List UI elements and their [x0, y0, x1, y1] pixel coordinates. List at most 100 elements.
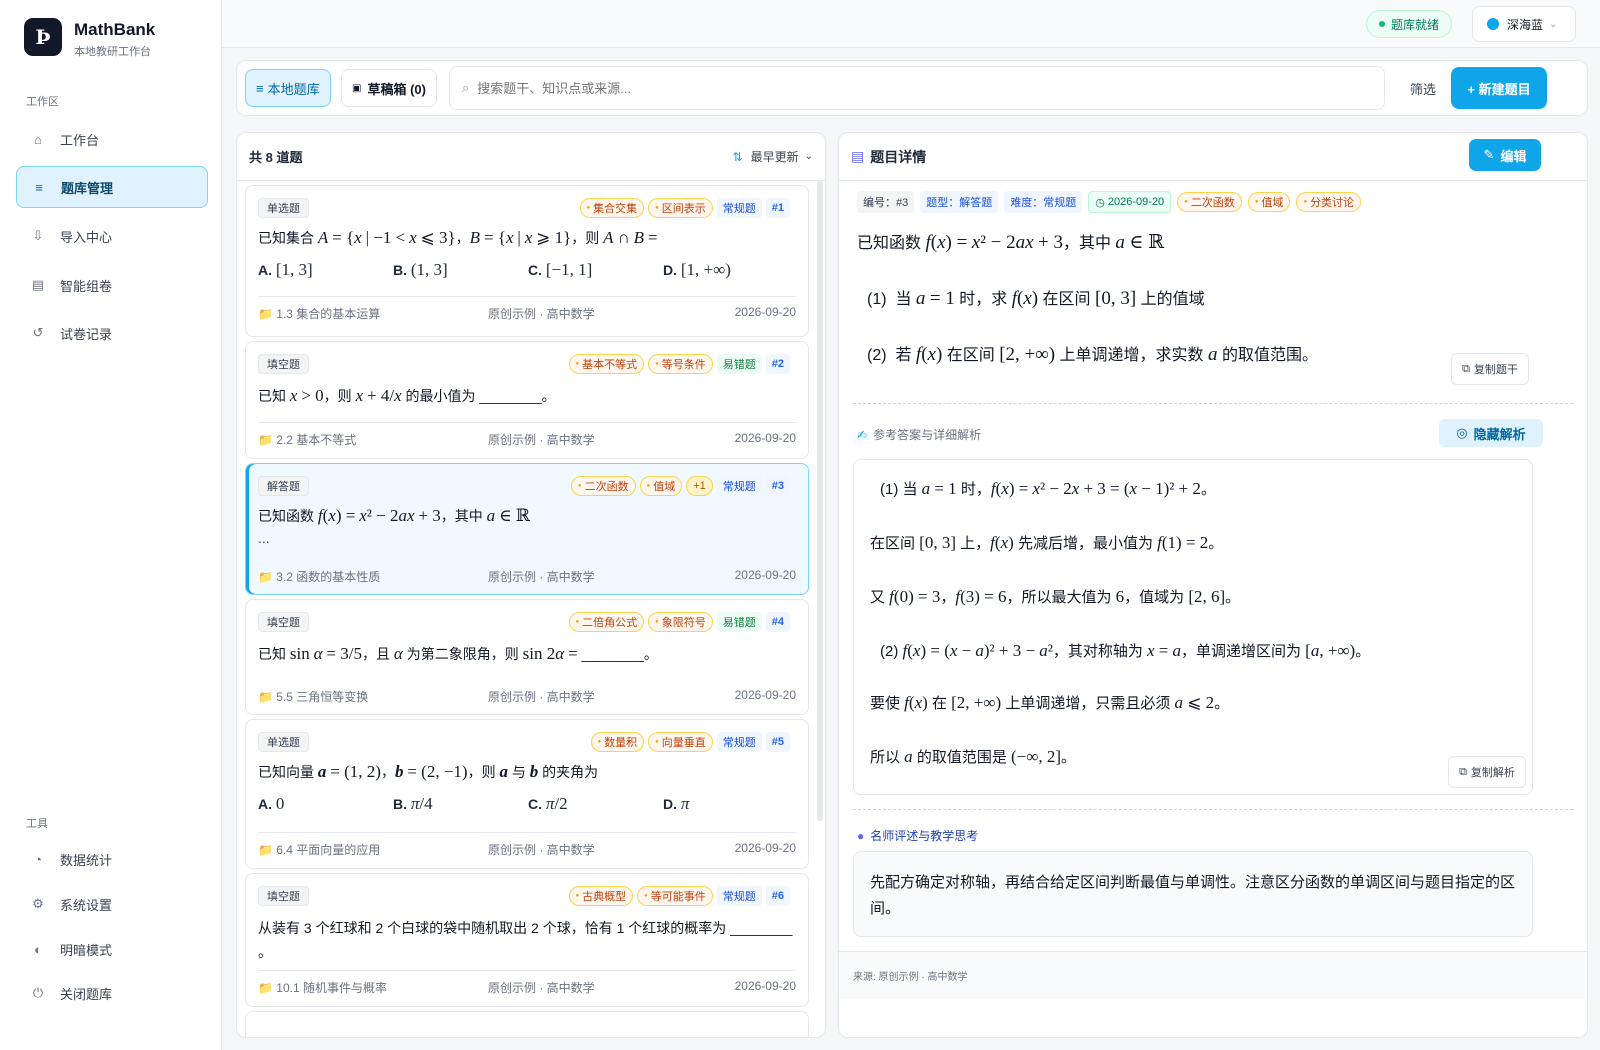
tag-badge: 值域 — [639, 476, 683, 496]
question-type-badge: 填空题 — [258, 886, 309, 906]
question-stem: 已知 sin α = 3/5，且 α 为第二象限角，则 sin 2α = ___… — [258, 644, 658, 663]
divider — [853, 809, 1573, 810]
question-card[interactable] — [245, 1011, 809, 1037]
edit-label: 编辑 — [1500, 148, 1527, 164]
answer-line: (2) f(x) = (x − a)² + 3 − a²，其对称轴为 x = a… — [880, 641, 1371, 660]
theme-color-icon — [1487, 18, 1499, 30]
question-stem: 已知 x > 0，则 x + 4/x 的最小值为 ________。 — [258, 386, 556, 405]
sort-dropdown[interactable]: ⇅ 最早更新 ⌄ — [733, 148, 813, 165]
search-input[interactable] — [477, 73, 1384, 103]
copy-stem-button[interactable]: ⧉ 复制题干 — [1451, 353, 1529, 385]
tab-drafts[interactable]: ▣ 草稿箱 (0) — [341, 69, 437, 107]
signature-icon: ✍ — [857, 427, 868, 442]
answer-line: 在区间 [0, 3] 上，f(x) 先减后增，最小值为 f(1) = 2。 — [870, 533, 1224, 552]
question-type-badge: 解答题 — [258, 476, 309, 496]
question-type-badge: 单选题 — [258, 198, 309, 218]
sidebar-item-dark-mode[interactable]: ◐ 明暗模式 — [16, 928, 208, 970]
question-stem-tail: 。 — [258, 944, 272, 960]
difficulty-badge: 常规题 — [716, 886, 762, 906]
copy-analysis-button[interactable]: ⧉ 复制解析 — [1448, 756, 1526, 788]
sidebar: Þ MathBank 本地教研工作台 工作区 ⌂ 工作台 ≡ 题库管理 ⇩ 导入… — [0, 0, 222, 1050]
question-stem: 已知集合 A = {x | −1 < x ⩽ 3}，B = {x | x ⩾ 1… — [258, 228, 658, 247]
source-text: 原创示例 · 高中数学 — [488, 433, 595, 447]
question-type-badge: 单选题 — [258, 732, 309, 752]
knowledge-point: 📁 6.4 平面向量的应用 — [258, 843, 381, 857]
question-card[interactable]: 单选题 数量积 向量垂直 常规题 #5 已知向量 a = (1, 2)，b = … — [245, 719, 809, 869]
date-text: 2026-09-20 — [734, 688, 796, 702]
meta-date: ◷ 2026-09-20 — [1088, 191, 1172, 213]
card-footer: 📁 2.2 基本不等式 原创示例 · 高中数学 2026-09-20 — [258, 422, 796, 448]
sidebar-item-import[interactable]: ⇩ 导入中心 — [16, 215, 208, 257]
hide-analysis-button[interactable]: ◎ 隐藏解析 — [1439, 419, 1543, 447]
status-badge: 题库就绪 — [1366, 10, 1453, 38]
copy-stem-label: 复制题干 — [1473, 364, 1518, 376]
tab-label: 草稿箱 (0) — [367, 81, 426, 97]
tag-badge: 集合交集 — [579, 198, 645, 218]
chat-icon: ● — [857, 828, 865, 843]
contrast-icon: ◐ — [34, 941, 42, 957]
sidebar-item-label: 导入中心 — [60, 229, 113, 245]
tag-badge: 象限符号 — [648, 612, 713, 632]
sub-question-1: (1) 当 a = 1 时，求 f(x) 在区间 [0, 3] 上的值域 — [867, 288, 1205, 309]
sidebar-item-settings[interactable]: ⚙ 系统设置 — [16, 883, 208, 925]
sidebar-item-question-bank[interactable]: ≡ 题库管理 — [16, 166, 208, 208]
card-footer: 📁 1.3 集合的基本运算 原创示例 · 高中数学 2026-09-20 — [258, 296, 796, 322]
sidebar-item-label: 题库管理 — [61, 180, 114, 196]
sidebar-item-close-bank[interactable]: ⏻ 关闭题库 — [16, 972, 208, 1014]
review-box: 先配方确定对称轴，再结合给定区间判断最值与单调性。注意区分函数的单调区间与题目指… — [853, 851, 1533, 937]
tag-badge: 等可能事件 — [637, 886, 713, 906]
difficulty-badge: 易错题 — [716, 354, 762, 374]
question-stem: 已知向量 a = (1, 2)，b = (2, −1)，则 a 与 b 的夹角为 — [258, 762, 599, 781]
difficulty-badge: 常规题 — [716, 198, 762, 218]
eye-off-icon: ◎ — [1456, 425, 1468, 440]
sidebar-item-label: 数据统计 — [60, 852, 113, 868]
question-number: #4 — [765, 612, 790, 632]
question-card[interactable]: 填空题 基本不等式 等号条件 易错题 #2 已知 x > 0，则 x + 4/x… — [245, 341, 809, 459]
date-text: 2026-09-20 — [734, 305, 796, 319]
tab-local-bank[interactable]: ≡ 本地题库 — [245, 69, 331, 107]
sidebar-item-dashboard[interactable]: ⌂ 工作台 — [16, 118, 208, 160]
card-footer: 📁 10.1 随机事件与概率 原创示例 · 高中数学 2026-09-20 — [258, 970, 796, 996]
source-text: 原创示例 · 高中数学 — [488, 307, 595, 321]
copy-analysis-label: 复制解析 — [1470, 767, 1515, 779]
sidebar-item-paper-history[interactable]: ↺ 试卷记录 — [16, 312, 208, 354]
section-label-tools: 工具 — [26, 818, 48, 830]
sidebar-item-label: 工作台 — [60, 132, 100, 148]
home-icon: ⌂ — [34, 131, 42, 147]
sidebar-item-smart-paper[interactable]: ▤ 智能组卷 — [16, 264, 208, 306]
meta-id: 编号：#3 — [857, 191, 915, 213]
question-card-selected[interactable]: 解答题 二次函数 值域 +1 常规题 #3 已知函数 f(x) = x² − 2… — [245, 463, 809, 595]
difficulty-badge: 常规题 — [716, 732, 762, 752]
knowledge-point: 📁 5.5 三角恒等变换 — [258, 690, 369, 704]
answer-line: 所以 a 的取值范围是 (−∞, 2]。 — [870, 747, 1077, 766]
question-count: 共 8 道题 — [249, 150, 303, 165]
theme-selector[interactable]: 深海蓝 ⌄ — [1472, 6, 1576, 42]
question-card[interactable]: 填空题 古典概型 等可能事件 常规题 #6 从装有 3 个红球和 2 个白球的袋… — [245, 873, 809, 1007]
filter-button[interactable]: 筛选 — [1397, 69, 1449, 107]
status-dot-icon — [1379, 21, 1385, 27]
question-card[interactable]: 填空题 二倍角公式 象限符号 易错题 #4 已知 sin α = 3/5，且 α… — [245, 599, 809, 715]
review-section-title: ● 名师评述与教学思考 — [857, 828, 979, 844]
pencil-icon: ✎ — [1483, 147, 1495, 162]
question-card[interactable]: 单选题 集合交集 区间表示 常规题 #1 已知集合 A = {x | −1 < … — [245, 185, 809, 337]
answer-box: (1) 当 a = 1 时，f(x) = x² − 2x + 3 = (x − … — [853, 459, 1533, 795]
meta-row: 编号：#3 题型：解答题 难度：常规题 ◷ 2026-09-20 二次函数 值域… — [857, 191, 1362, 213]
source-text: 来源: 原创示例 · 高中数学 — [853, 972, 968, 983]
scrollbar[interactable] — [817, 181, 823, 821]
sort-icon: ⇅ — [732, 149, 743, 164]
meta-difficulty: 难度：常规题 — [1004, 191, 1083, 213]
knowledge-point: 📁 10.1 随机事件与概率 — [258, 981, 387, 995]
source-text: 原创示例 · 高中数学 — [488, 981, 595, 995]
edit-button[interactable]: ✎ 编辑 — [1469, 139, 1541, 171]
new-question-button[interactable]: + 新建题目 — [1451, 67, 1547, 109]
answer-line: (1) 当 a = 1 时，f(x) = x² − 2x + 3 = (x − … — [880, 479, 1216, 498]
answer-line: 又 f(0) = 3，f(3) = 6，所以最大值为 6，值域为 [2, 6]。 — [870, 587, 1241, 606]
question-number: #2 — [765, 354, 790, 374]
date-text: 2026-09-20 — [734, 568, 796, 582]
tag-badge: 向量垂直 — [648, 732, 713, 752]
question-type-badge: 填空题 — [258, 354, 309, 374]
difficulty-badge: 常规题 — [716, 476, 762, 496]
app-name: MathBank — [74, 20, 156, 39]
card-footer: 📁 5.5 三角恒等变换 原创示例 · 高中数学 2026-09-20 — [258, 680, 796, 705]
sidebar-item-stats[interactable]: ◔ 数据统计 — [16, 838, 208, 880]
